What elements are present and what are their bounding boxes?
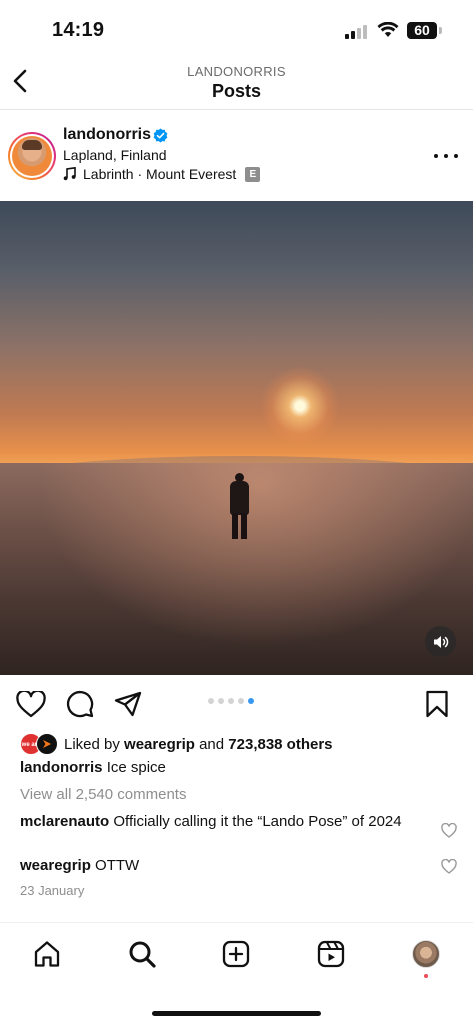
speaker-icon bbox=[433, 635, 448, 648]
carousel-indicator bbox=[208, 698, 254, 704]
sound-toggle-button[interactable] bbox=[425, 626, 456, 657]
standing-person bbox=[228, 473, 250, 539]
verified-badge-icon bbox=[153, 128, 168, 143]
likes-prefix: Liked by bbox=[64, 735, 120, 753]
send-icon bbox=[114, 691, 142, 717]
wifi-icon bbox=[377, 22, 399, 37]
liked-by-avatar-2 bbox=[36, 733, 58, 755]
cellular-signal-icon bbox=[345, 23, 371, 39]
nav-home[interactable] bbox=[31, 938, 63, 970]
post-music[interactable]: Labrinth · Mount Everest E bbox=[63, 166, 261, 182]
nav-create[interactable] bbox=[220, 938, 252, 970]
likes-connector: and bbox=[199, 735, 225, 753]
comment-icon bbox=[66, 690, 94, 718]
create-icon bbox=[222, 940, 250, 968]
search-icon bbox=[129, 941, 156, 968]
post-caption: landonorris Ice spice bbox=[20, 759, 166, 776]
comment-item: wearegrip OTTW bbox=[20, 857, 420, 875]
caption-text: Ice spice bbox=[106, 759, 166, 776]
music-track: Labrinth · Mount Everest bbox=[83, 166, 237, 182]
arrow-logo-icon bbox=[43, 740, 51, 748]
avatar[interactable] bbox=[8, 132, 56, 180]
page-title: Posts bbox=[211, 81, 262, 101]
carousel-dot bbox=[238, 698, 244, 704]
heart-icon bbox=[16, 690, 46, 717]
nav-reels[interactable] bbox=[315, 938, 347, 970]
carousel-dot bbox=[208, 698, 214, 704]
avatar-photo bbox=[12, 136, 52, 176]
likes-count[interactable]: 723,838 others bbox=[228, 736, 332, 753]
comment-like-icon[interactable] bbox=[441, 823, 457, 839]
bottom-navigation bbox=[0, 922, 473, 1024]
bookmark-icon bbox=[426, 690, 448, 718]
comment-button[interactable] bbox=[64, 688, 96, 720]
sunset-glow bbox=[260, 366, 340, 446]
music-note-icon bbox=[63, 167, 76, 181]
explicit-badge: E bbox=[245, 166, 261, 182]
more-options-icon bbox=[434, 154, 438, 158]
post-actions bbox=[0, 676, 473, 732]
battery-indicator: 60 bbox=[407, 22, 437, 39]
status-bar: 14:19 60 bbox=[0, 0, 473, 56]
nav-search[interactable] bbox=[126, 938, 158, 970]
nav-profile-avatar[interactable] bbox=[412, 940, 440, 968]
caption-username[interactable]: landonorris bbox=[20, 759, 103, 776]
home-indicator[interactable] bbox=[152, 1011, 321, 1016]
comment-like-icon[interactable] bbox=[441, 859, 457, 875]
battery-tip bbox=[439, 27, 442, 34]
liked-by-username[interactable]: wearegrip bbox=[124, 736, 195, 753]
comment-text: Officially calling it the “Lando Pose” o… bbox=[113, 813, 402, 830]
status-time: 14:19 bbox=[52, 19, 105, 41]
account-name: LANDONORRIS bbox=[187, 64, 286, 79]
post-date: 23 January bbox=[20, 883, 85, 898]
save-button[interactable] bbox=[421, 688, 453, 720]
likes-summary[interactable]: we are grip Liked by wearegrip and 723,8… bbox=[20, 733, 333, 770]
notification-dot bbox=[424, 974, 428, 978]
posts-header: LANDONORRIS Posts bbox=[0, 56, 473, 110]
carousel-dot bbox=[228, 698, 234, 704]
post-username[interactable]: landonorris bbox=[63, 126, 151, 144]
comment-item: mclarenauto Officially calling it the “L… bbox=[20, 813, 420, 831]
comment-username[interactable]: wearegrip bbox=[20, 857, 91, 874]
comment-username[interactable]: mclarenauto bbox=[20, 813, 109, 830]
view-all-comments-link[interactable]: View all 2,540 comments bbox=[20, 786, 186, 803]
reels-icon bbox=[317, 940, 345, 968]
carousel-dot-active bbox=[248, 698, 254, 704]
post-image[interactable] bbox=[0, 201, 473, 675]
like-button[interactable] bbox=[15, 688, 47, 720]
share-button[interactable] bbox=[112, 688, 144, 720]
home-icon bbox=[34, 941, 60, 967]
carousel-dot bbox=[218, 698, 224, 704]
liked-by-avatars: we are grip bbox=[20, 733, 60, 770]
comment-text: OTTW bbox=[95, 857, 140, 874]
post-header: landonorris Lapland, Finland Labrinth · … bbox=[0, 111, 473, 201]
post-location[interactable]: Lapland, Finland bbox=[63, 147, 167, 163]
more-options-button[interactable] bbox=[434, 151, 458, 161]
